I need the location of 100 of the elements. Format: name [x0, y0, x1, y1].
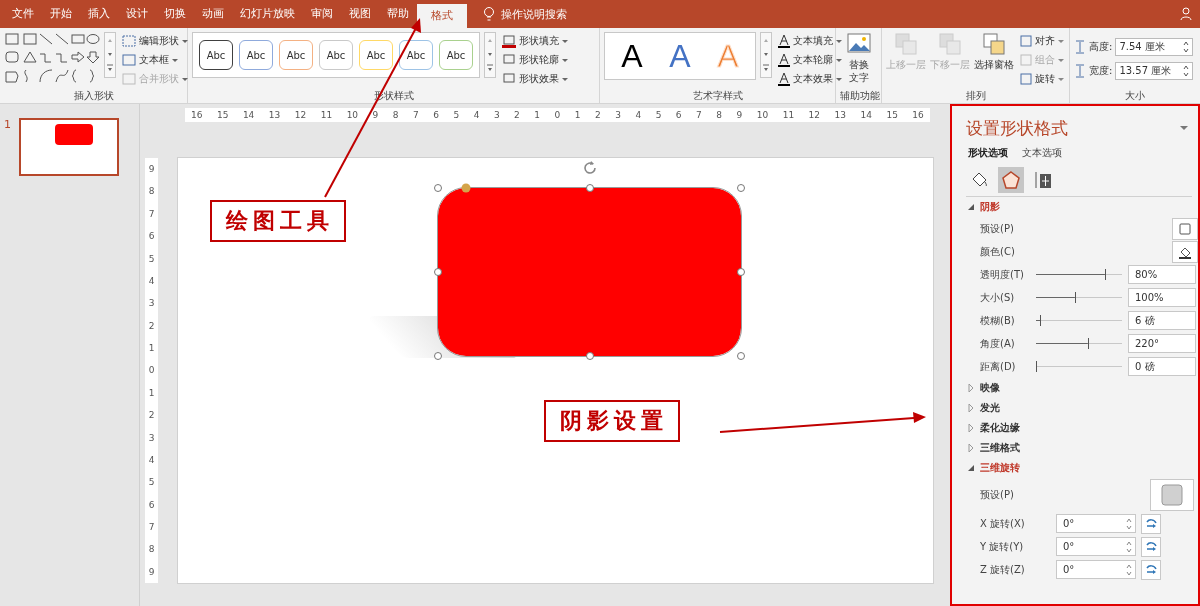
spin-field[interactable]: 0°	[1056, 560, 1136, 579]
color-picker-button[interactable]	[1172, 240, 1198, 263]
rotate-button[interactable]	[1141, 536, 1161, 557]
ruler-number: 7	[413, 110, 419, 120]
ribbon-tab[interactable]: 幻灯片放映	[232, 0, 303, 28]
gallery-scrollbar[interactable]	[484, 32, 496, 78]
ribbon-tab[interactable]: 审阅	[303, 0, 341, 28]
section-header[interactable]: 柔化边缘	[966, 418, 1020, 438]
rotate-handle[interactable]	[581, 160, 598, 176]
ribbon-tab[interactable]: 切换	[156, 0, 194, 28]
ribbon-tab[interactable]: 文件	[4, 0, 42, 28]
field-label: 预设(P)	[980, 488, 1015, 502]
field-label: X 旋转(X)	[980, 516, 1026, 531]
resize-handle[interactable]	[434, 352, 442, 360]
ribbon-command[interactable]: 编辑形状	[120, 32, 190, 49]
picture-icon	[846, 32, 871, 56]
field-label: 角度(A)	[980, 336, 1016, 351]
ribbon-tab[interactable]: 设计	[118, 0, 156, 28]
section-header[interactable]: 阴影	[966, 197, 1000, 217]
shape-style-preview[interactable]: Abc	[239, 40, 273, 70]
ribbon-command[interactable]: 形状效果	[500, 70, 570, 87]
ribbon-command[interactable]: 旋转	[1018, 70, 1066, 87]
ribbon-command[interactable]: 形状填充	[500, 32, 570, 49]
selection-pane-icon	[982, 32, 1006, 56]
shape-style-preview[interactable]: Abc	[279, 40, 313, 70]
resize-handle[interactable]	[585, 184, 594, 192]
value-field[interactable]: 80%	[1128, 265, 1196, 284]
ribbon-tab[interactable]: 帮助	[379, 0, 417, 28]
ribbon-command[interactable]: 文本轮廓	[776, 51, 844, 68]
adjust-handle[interactable]	[461, 183, 471, 193]
shape-style-preview[interactable]: Abc	[439, 40, 473, 70]
resize-handle[interactable]	[737, 352, 745, 360]
group-label: 大小	[1124, 89, 1146, 103]
wordart-preview[interactable]: A	[659, 36, 701, 76]
shape-style-preview[interactable]: Abc	[359, 40, 393, 70]
caret-icon	[562, 56, 568, 63]
size-layout-icon	[1033, 170, 1053, 190]
caret-icon	[836, 56, 842, 63]
ruler-number: 6	[148, 231, 155, 242]
value-field[interactable]: 100%	[1128, 288, 1196, 307]
ruler-number: 13	[834, 110, 846, 120]
square-icon	[1161, 484, 1183, 506]
gallery-scrollbar[interactable]	[760, 32, 772, 78]
caret-icon	[836, 75, 842, 82]
pane-tab[interactable]: 文本选项	[1020, 146, 1064, 160]
section-header[interactable]: 三维旋转	[966, 458, 1020, 478]
ruler-number: 3	[148, 298, 155, 309]
pane-tab[interactable]: 形状选项	[966, 146, 1010, 160]
rotate-button[interactable]	[1141, 513, 1161, 534]
ribbon-tab[interactable]: 开始	[42, 0, 80, 28]
section-header[interactable]: 映像	[966, 378, 1000, 398]
ruler-number: 16	[912, 110, 924, 120]
ribbon-command[interactable]: 文本效果	[776, 70, 844, 87]
ribbon-button[interactable]: 选择窗格	[974, 32, 1014, 71]
value-field[interactable]: 220°	[1128, 334, 1196, 353]
ribbon-tab[interactable]: 插入	[80, 0, 118, 28]
value-field[interactable]: 6 磅	[1128, 311, 1196, 330]
resize-handle[interactable]	[737, 184, 745, 192]
wordart-preview[interactable]: A	[611, 36, 653, 76]
resize-handle[interactable]	[737, 268, 745, 276]
ruler-number: 10	[346, 110, 359, 120]
resize-handle[interactable]	[434, 184, 442, 192]
ribbon-command[interactable]: 对齐	[1018, 32, 1066, 49]
field-label: 大小(S)	[980, 290, 1016, 305]
ruler-number: 9	[148, 164, 155, 174]
ribbon-command[interactable]: 文本填充	[776, 32, 844, 49]
spinner-icon	[1126, 517, 1132, 530]
ruler-number: 8	[716, 110, 722, 120]
value-field[interactable]: 0 磅	[1128, 357, 1196, 376]
ribbon-command[interactable]: 形状轮廓	[500, 51, 570, 68]
pentagon-icon	[1001, 170, 1021, 190]
slide-thumbnail[interactable]	[19, 118, 119, 176]
gallery-scrollbar[interactable]	[104, 32, 116, 78]
spin-field[interactable]: 7.54 厘米	[1115, 38, 1194, 56]
ribbon-tab[interactable]: 格式	[417, 4, 467, 28]
shape-style-preview[interactable]: Abc	[199, 40, 233, 70]
expanded-triangle-icon	[968, 465, 974, 471]
ribbon-tab[interactable]: 视图	[341, 0, 379, 28]
shape-gallery-drawing[interactable]	[4, 32, 100, 86]
rotate-button[interactable]	[1141, 559, 1161, 580]
resize-handle[interactable]	[585, 352, 594, 360]
group-label: 插入形状	[72, 89, 115, 103]
tell-me-search[interactable]: 操作说明搜索	[501, 6, 567, 22]
section-header[interactable]: 三维格式	[966, 438, 1020, 458]
resize-handle[interactable]	[434, 268, 442, 276]
ribbon-command[interactable]: 文本框	[120, 51, 190, 68]
ribbon-tab[interactable]: 动画	[194, 0, 232, 28]
icon-tab[interactable]	[998, 167, 1024, 193]
spinner-icon	[1126, 563, 1132, 576]
spin-field[interactable]: 13.57 厘米	[1115, 62, 1194, 80]
shape-style-preview[interactable]: Abc	[399, 40, 433, 70]
spinner-icon	[1183, 41, 1190, 53]
thumbnail-shape	[55, 124, 93, 145]
ruler-number: 5	[453, 110, 460, 120]
shape-style-preview[interactable]: Abc	[319, 40, 353, 70]
section-header[interactable]: 发光	[966, 398, 1000, 418]
ruler-number: 14	[242, 110, 255, 120]
width-icon	[1074, 64, 1086, 78]
spin-field[interactable]: 0°	[1056, 514, 1136, 533]
spin-field[interactable]: 0°	[1056, 537, 1136, 556]
